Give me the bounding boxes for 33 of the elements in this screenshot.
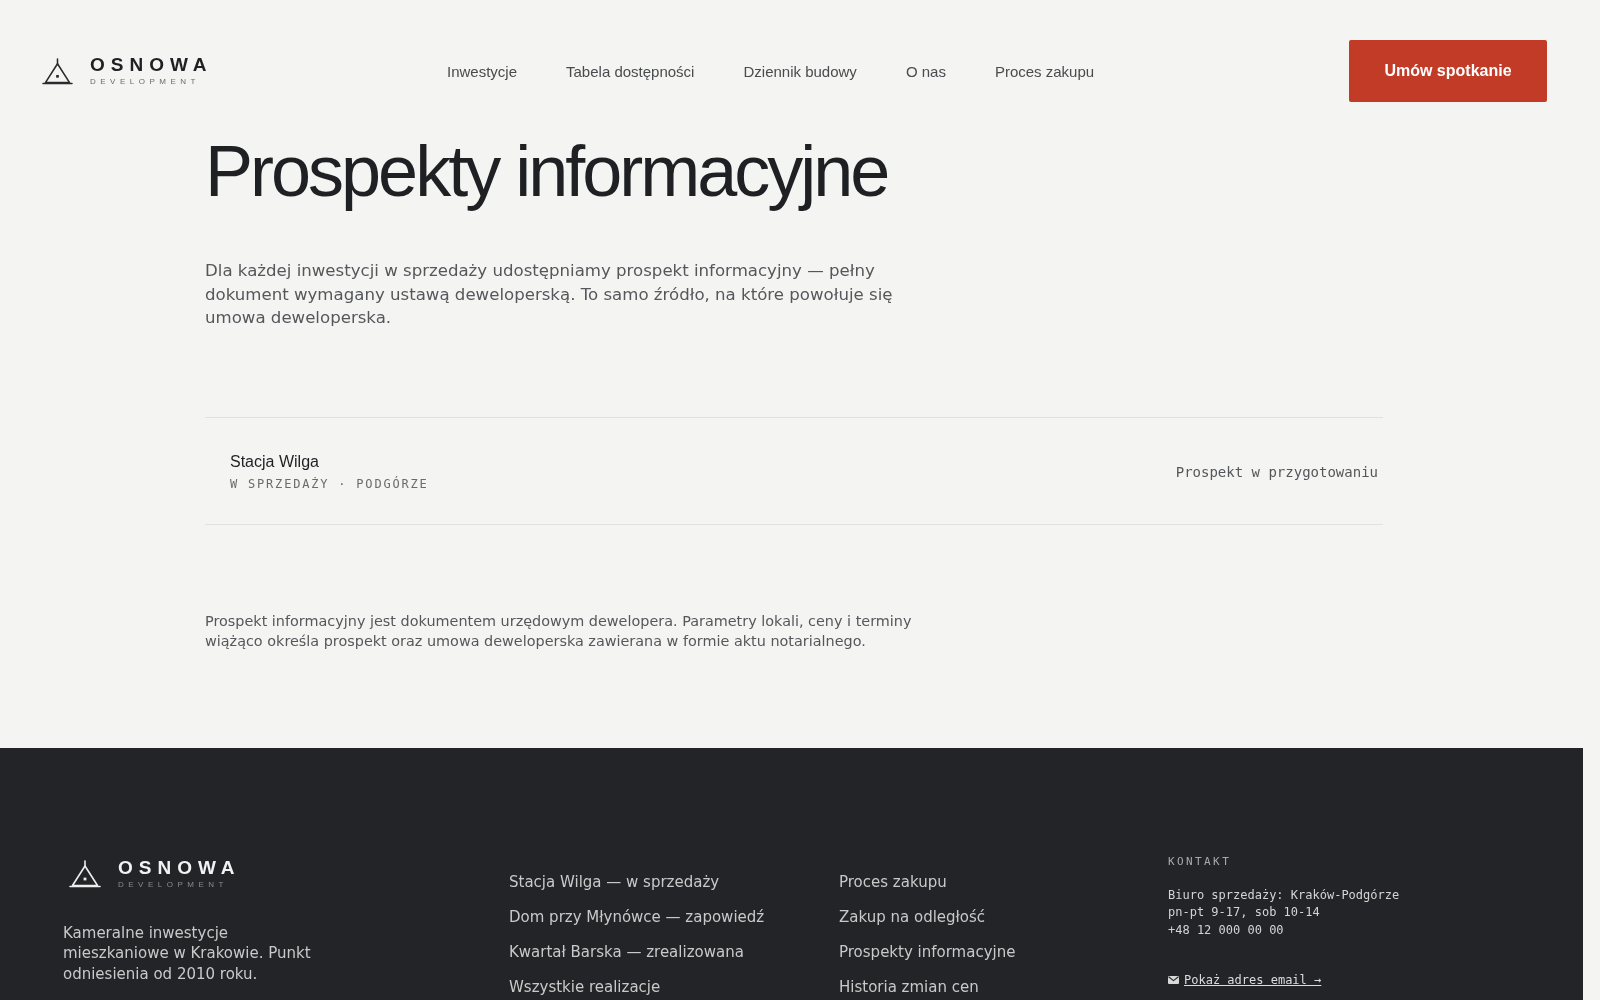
footer-link[interactable]: Kwartał Barska — zrealizowana — [509, 941, 744, 962]
footer-link[interactable]: Wszystkie realizacje — [509, 976, 661, 997]
contact-line: pn-pt 9-17, sob 10-14 — [1168, 904, 1320, 921]
prospect-name: Stacja Wilga — [230, 451, 319, 472]
brand-tagline: DEVELOPMENT — [90, 77, 200, 87]
nav-link[interactable]: Proces zakupu — [994, 62, 1095, 80]
contact-line: +48 12 000 00 00 — [1168, 921, 1284, 939]
footer-link[interactable]: Historia zmian cen — [839, 976, 979, 997]
nav-link[interactable]: Inwestycje — [447, 62, 518, 80]
nav-link[interactable]: O nas — [905, 62, 946, 80]
logo-icon — [42, 57, 73, 85]
email-link[interactable]: Pokaż adres email → — [1184, 972, 1322, 988]
contact-heading: KONTAKT — [1168, 854, 1232, 869]
footer-link[interactable]: Stacja Wilga — w sprzedaży — [509, 871, 720, 892]
footer-link[interactable]: Dom przy Młynówce — zapowiedź — [509, 906, 765, 927]
logo-icon — [69, 859, 101, 888]
nav-link[interactable]: Dziennik budowy — [743, 62, 857, 80]
cta-button[interactable]: Umów spotkanie — [1349, 40, 1547, 102]
page-title: Prospekty informacyjne — [205, 132, 889, 211]
footer-link[interactable]: Prospekty informacyjne — [839, 941, 1016, 962]
brand-tagline: DEVELOPMENT — [118, 879, 228, 890]
intro-text: Dla każdej inwestycji w sprzedaży udostępniamy prospekt informacyjny — pełny dokument wymagany ustawą deweloperską. To samo źródło, na które powołuje się umowa deweloperska. — [205, 260, 894, 329]
nav-link[interactable]: Tabela dostępności — [566, 62, 695, 80]
footer-description: Kameralne inwestycje mieszkaniowe w Krakowie. Punkt odniesienia od 2010 roku. — [63, 922, 312, 984]
footer-link[interactable]: Proces zakupu — [839, 871, 947, 892]
disclaimer-text: Prospekt informacyjny jest dokumentem urzędowym dewelopera. Parametry lokali, ceny i terminy wiążąco określa prospekt oraz umowa deweloperska zawierana w formie aktu notarialnego. — [205, 611, 913, 651]
footer-link[interactable]: Zakup na odległość — [839, 906, 986, 927]
prospect-status: Prospekt w przygotowaniu — [1175, 462, 1378, 481]
brand-name: OSNOWA — [90, 55, 213, 75]
envelope-icon — [1168, 976, 1179, 984]
contact-line: Biuro sprzedaży: Kraków-Podgórze — [1168, 886, 1400, 904]
prospect-meta: W SPRZEDAŻY · PODGÓRZE — [230, 475, 429, 492]
brand-name: OSNOWA — [118, 857, 241, 878]
